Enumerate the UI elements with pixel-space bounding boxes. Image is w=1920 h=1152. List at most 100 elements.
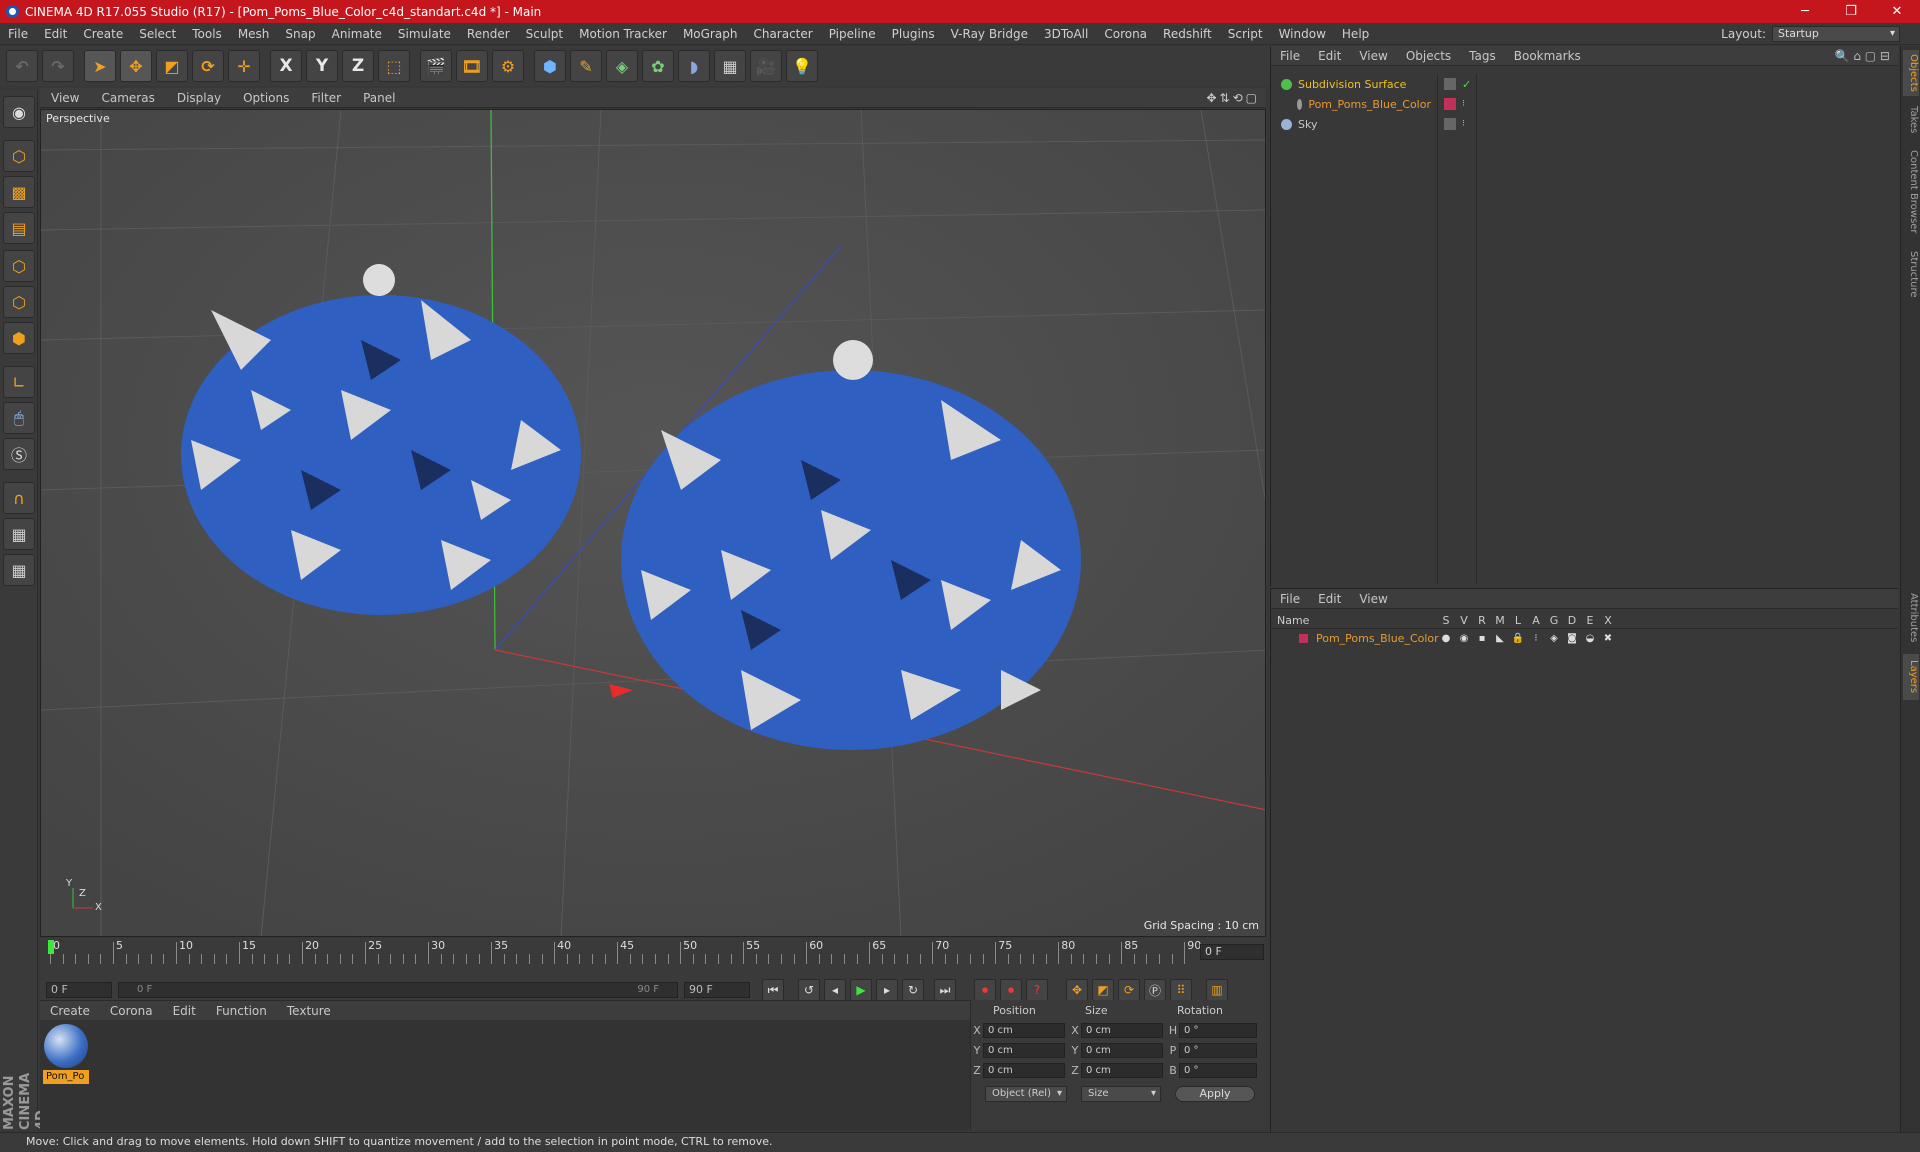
scale-tool-button[interactable]: ◩: [156, 50, 188, 82]
play-button[interactable]: ▶: [850, 979, 872, 1001]
tab-structure[interactable]: Structure: [1903, 244, 1919, 304]
size-z-field[interactable]: 0 cm: [1081, 1062, 1163, 1078]
render-picture-viewer-button[interactable]: 🎞: [456, 50, 488, 82]
layer-column-l[interactable]: L: [1509, 614, 1527, 627]
workplane-mode-button[interactable]: ▤: [3, 212, 35, 244]
tab-content-browser[interactable]: Content Browser: [1903, 144, 1919, 240]
previous-frame-button[interactable]: ◂: [824, 979, 846, 1001]
layer-column-m[interactable]: M: [1491, 614, 1509, 627]
rotate-tool-button[interactable]: ⟳: [192, 50, 224, 82]
redo-button[interactable]: ↷: [42, 50, 74, 82]
layer-row[interactable]: Pom_Poms_Blue_Color ● ◉ ▪ ◣ 🔒 ⁝ ◈ ◙ ◒ ✖: [1271, 629, 1898, 647]
light-object-button[interactable]: 💡: [786, 50, 818, 82]
menu-motion-tracker[interactable]: Motion Tracker: [571, 23, 675, 45]
layer-deformers-icon[interactable]: ◙: [1563, 633, 1581, 644]
menu-tools[interactable]: Tools: [184, 23, 230, 45]
layer-column-x[interactable]: X: [1599, 614, 1617, 627]
playhead-marker[interactable]: [48, 940, 54, 954]
layer-solo-icon[interactable]: ●: [1437, 633, 1455, 644]
menu-character[interactable]: Character: [745, 23, 820, 45]
position-y-field[interactable]: 0 cm: [983, 1042, 1065, 1058]
object-row-pom-poms-blue-color[interactable]: Pom_Poms_Blue_Color: [1271, 94, 1431, 114]
layer-menu-view[interactable]: View: [1350, 592, 1396, 606]
apply-button[interactable]: Apply: [1175, 1086, 1255, 1102]
layer-generators-icon[interactable]: ◈: [1545, 633, 1563, 644]
tweak-mode-button[interactable]: 🖱: [3, 402, 35, 434]
timeline[interactable]: 0 5 10 15 20 25 30 35 40 45 50 55 60 65 70 75 80 85 90 0 F: [40, 938, 1266, 972]
material-preview-ball[interactable]: [44, 1024, 88, 1068]
menu-redshift[interactable]: Redshift: [1155, 23, 1220, 45]
coordinate-mode-dropdown[interactable]: Object (Rel): [985, 1086, 1067, 1102]
select-tool-button[interactable]: ➤: [84, 50, 116, 82]
menu-edit[interactable]: Edit: [36, 23, 75, 45]
menu-simulate[interactable]: Simulate: [390, 23, 459, 45]
model-mode-button[interactable]: ⬡: [3, 140, 35, 172]
undo-button[interactable]: ↶: [6, 50, 38, 82]
menu-script[interactable]: Script: [1220, 23, 1271, 45]
y-axis-lock-button[interactable]: Y: [306, 50, 338, 82]
menu-plugins[interactable]: Plugins: [884, 23, 943, 45]
menu-corona[interactable]: Corona: [1096, 23, 1155, 45]
layer-expressions-icon[interactable]: ◒: [1581, 633, 1599, 644]
material-menu-function[interactable]: Function: [206, 1004, 277, 1018]
axis-mode-button[interactable]: ∟: [3, 366, 35, 398]
menu-mesh[interactable]: Mesh: [230, 23, 278, 45]
enabled-check-icon[interactable]: ✓: [1462, 78, 1471, 91]
object-row-sky[interactable]: Sky: [1271, 114, 1431, 134]
layer-column-a[interactable]: A: [1527, 614, 1545, 627]
polygons-mode-button[interactable]: ⬢: [3, 322, 35, 354]
camera-object-button[interactable]: 🎥: [750, 50, 782, 82]
end-frame-field[interactable]: 90 F: [684, 982, 750, 998]
layer-column-d[interactable]: D: [1563, 614, 1581, 627]
coordinate-system-button[interactable]: ⬚: [378, 50, 410, 82]
tab-layers[interactable]: Layers: [1903, 654, 1919, 700]
material-name-label[interactable]: Pom_Po: [43, 1070, 89, 1084]
layer-render-icon[interactable]: ▪: [1473, 633, 1491, 644]
render-settings-button[interactable]: ⚙: [492, 50, 524, 82]
material-menu-corona[interactable]: Corona: [100, 1004, 163, 1018]
menu-help[interactable]: Help: [1334, 23, 1377, 45]
move-tool-button[interactable]: ✥: [120, 50, 152, 82]
layer-color-swatch[interactable]: [1299, 633, 1308, 643]
menu-window[interactable]: Window: [1271, 23, 1334, 45]
tab-takes[interactable]: Takes: [1903, 100, 1919, 140]
viewport-navigation-icons[interactable]: ✥⇅⟲▢: [1206, 91, 1260, 105]
snap-button[interactable]: Ⓢ: [3, 438, 35, 470]
menu-sculpt[interactable]: Sculpt: [518, 23, 571, 45]
next-frame-button[interactable]: ▸: [876, 979, 898, 1001]
object-manager-search-icon[interactable]: 🔍 ⌂ ▢ ⊟: [1835, 49, 1890, 63]
tab-attributes[interactable]: Attributes: [1903, 586, 1919, 650]
layer-column-v[interactable]: V: [1455, 614, 1473, 627]
perspective-viewport[interactable]: Y X Z Perspective Grid Spacing : 10 cm: [40, 109, 1266, 937]
menu-render[interactable]: Render: [459, 23, 518, 45]
close-button[interactable]: ✕: [1874, 0, 1920, 23]
locked-workplane-button[interactable]: ▦: [3, 554, 35, 586]
range-slider[interactable]: 0 F 90 F: [118, 982, 678, 998]
record-keys-button[interactable]: ⏺: [974, 979, 996, 1001]
autokey-button[interactable]: ⏺: [1000, 979, 1022, 1001]
maximize-button[interactable]: ❐: [1828, 0, 1874, 23]
key-rotation-button[interactable]: ⟳: [1118, 979, 1140, 1001]
subdivision-tags[interactable]: ✓: [1438, 74, 1476, 94]
pen-spline-button[interactable]: ✎: [570, 50, 602, 82]
menu-3dtoall[interactable]: 3DToAll: [1036, 23, 1096, 45]
layer-column-s[interactable]: S: [1437, 614, 1455, 627]
array-mograph-button[interactable]: ✿: [642, 50, 674, 82]
object-menu-view[interactable]: View: [1350, 49, 1396, 63]
key-position-button[interactable]: ✥: [1066, 979, 1088, 1001]
menu-select[interactable]: Select: [131, 23, 184, 45]
layer-name[interactable]: Pom_Poms_Blue_Color: [1316, 632, 1439, 645]
object-menu-objects[interactable]: Objects: [1397, 49, 1460, 63]
timeline-ruler[interactable]: 0 5 10 15 20 25 30 35 40 45 50 55 60 65 70 75 80 85 90: [48, 938, 1205, 970]
layer-xref-icon[interactable]: ✖: [1599, 633, 1617, 644]
viewport-menu-view[interactable]: View: [40, 91, 90, 105]
object-menu-tags[interactable]: Tags: [1460, 49, 1505, 63]
goto-start-button[interactable]: ⏮: [762, 979, 784, 1001]
layer-column-g[interactable]: G: [1545, 614, 1563, 627]
layer-menu-edit[interactable]: Edit: [1309, 592, 1350, 606]
magnet-tool-button[interactable]: ∩: [3, 482, 35, 514]
viewport-menu-display[interactable]: Display: [166, 91, 232, 105]
live-selection-button[interactable]: ✛: [228, 50, 260, 82]
sky-tags[interactable]: ⁝: [1438, 114, 1476, 134]
goto-end-button[interactable]: ⏭: [934, 979, 956, 1001]
